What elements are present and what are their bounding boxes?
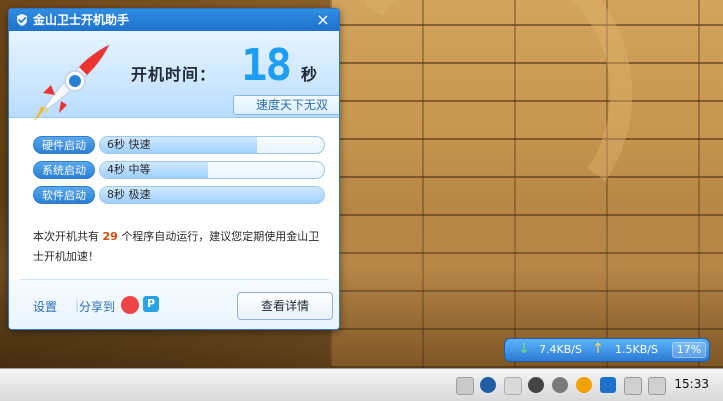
- window-titlebar: 金山卫士开机助手 ×: [9, 9, 339, 31]
- network-icon[interactable]: [624, 377, 642, 395]
- keyboard-icon[interactable]: [456, 377, 474, 395]
- seconds-unit: 秒: [301, 65, 318, 84]
- boot-assistant-window: 金山卫士开机助手 × 开机时间： 18 秒 速度天下无双 硬件启动 6秒 快速 …: [8, 8, 340, 330]
- kingsoft-shield-icon: [17, 14, 27, 26]
- startup-row-system: 系统启动 4秒 中等: [33, 161, 325, 179]
- startup-value: 4秒 中等: [107, 163, 151, 176]
- message-prefix: 本次开机共有: [33, 230, 99, 243]
- close-icon: ×: [316, 10, 330, 29]
- startup-tag: 软件启动: [33, 186, 95, 204]
- boot-time-seconds: 18: [241, 40, 292, 91]
- volume-icon[interactable]: [648, 377, 666, 395]
- taskbar-clock[interactable]: 15:33: [674, 377, 709, 391]
- cpu-percent: 17%: [672, 342, 706, 358]
- startup-tag: 硬件启动: [33, 136, 95, 154]
- startup-message: 本次开机共有 29 个程序自动运行，建议您定期使用金山卫士开机加速！: [33, 227, 323, 267]
- network-speed-widget[interactable]: ↓ 7.4KB/S ↑ 1.5KB/S 17%: [504, 338, 710, 362]
- close-button[interactable]: ×: [313, 10, 333, 30]
- speed-badge: 速度天下无双: [233, 95, 339, 115]
- upload-speed: 1.5KB/S: [615, 343, 658, 356]
- flag-icon[interactable]: [504, 377, 522, 395]
- startup-tag: 系统启动: [33, 161, 95, 179]
- security-icon[interactable]: [576, 377, 592, 393]
- download-arrow-icon: ↓: [518, 341, 530, 357]
- window-title: 金山卫士开机助手: [33, 13, 130, 27]
- kingsoft-tray-icon[interactable]: [600, 377, 616, 393]
- window-footer: 设置 | 分享到 P 查看详情: [9, 280, 339, 329]
- startup-row-hardware: 硬件启动 6秒 快速: [33, 136, 325, 154]
- rocket-icon: [33, 43, 111, 123]
- taskbar: 15:33: [0, 368, 723, 401]
- upload-arrow-icon: ↑: [592, 341, 604, 357]
- user-icon[interactable]: [552, 377, 568, 393]
- autorun-count: 29: [102, 230, 118, 243]
- settings-link[interactable]: 设置: [33, 298, 57, 315]
- qzone-icon[interactable]: P: [143, 296, 159, 312]
- view-details-button[interactable]: 查看详情: [237, 292, 333, 320]
- boot-time-label: 开机时间：: [131, 65, 217, 84]
- boot-time-header: 开机时间： 18 秒 速度天下无双: [9, 31, 339, 123]
- share-to-link[interactable]: 分享到: [79, 298, 115, 315]
- startup-row-software: 软件启动 8秒 极速: [33, 186, 325, 204]
- download-speed: 7.4KB/S: [539, 343, 582, 356]
- weibo-icon[interactable]: [121, 296, 139, 314]
- qq-icon[interactable]: [528, 377, 544, 393]
- startup-value: 6秒 快速: [107, 138, 151, 151]
- startup-value: 8秒 极速: [107, 188, 151, 201]
- help-icon[interactable]: [480, 377, 496, 393]
